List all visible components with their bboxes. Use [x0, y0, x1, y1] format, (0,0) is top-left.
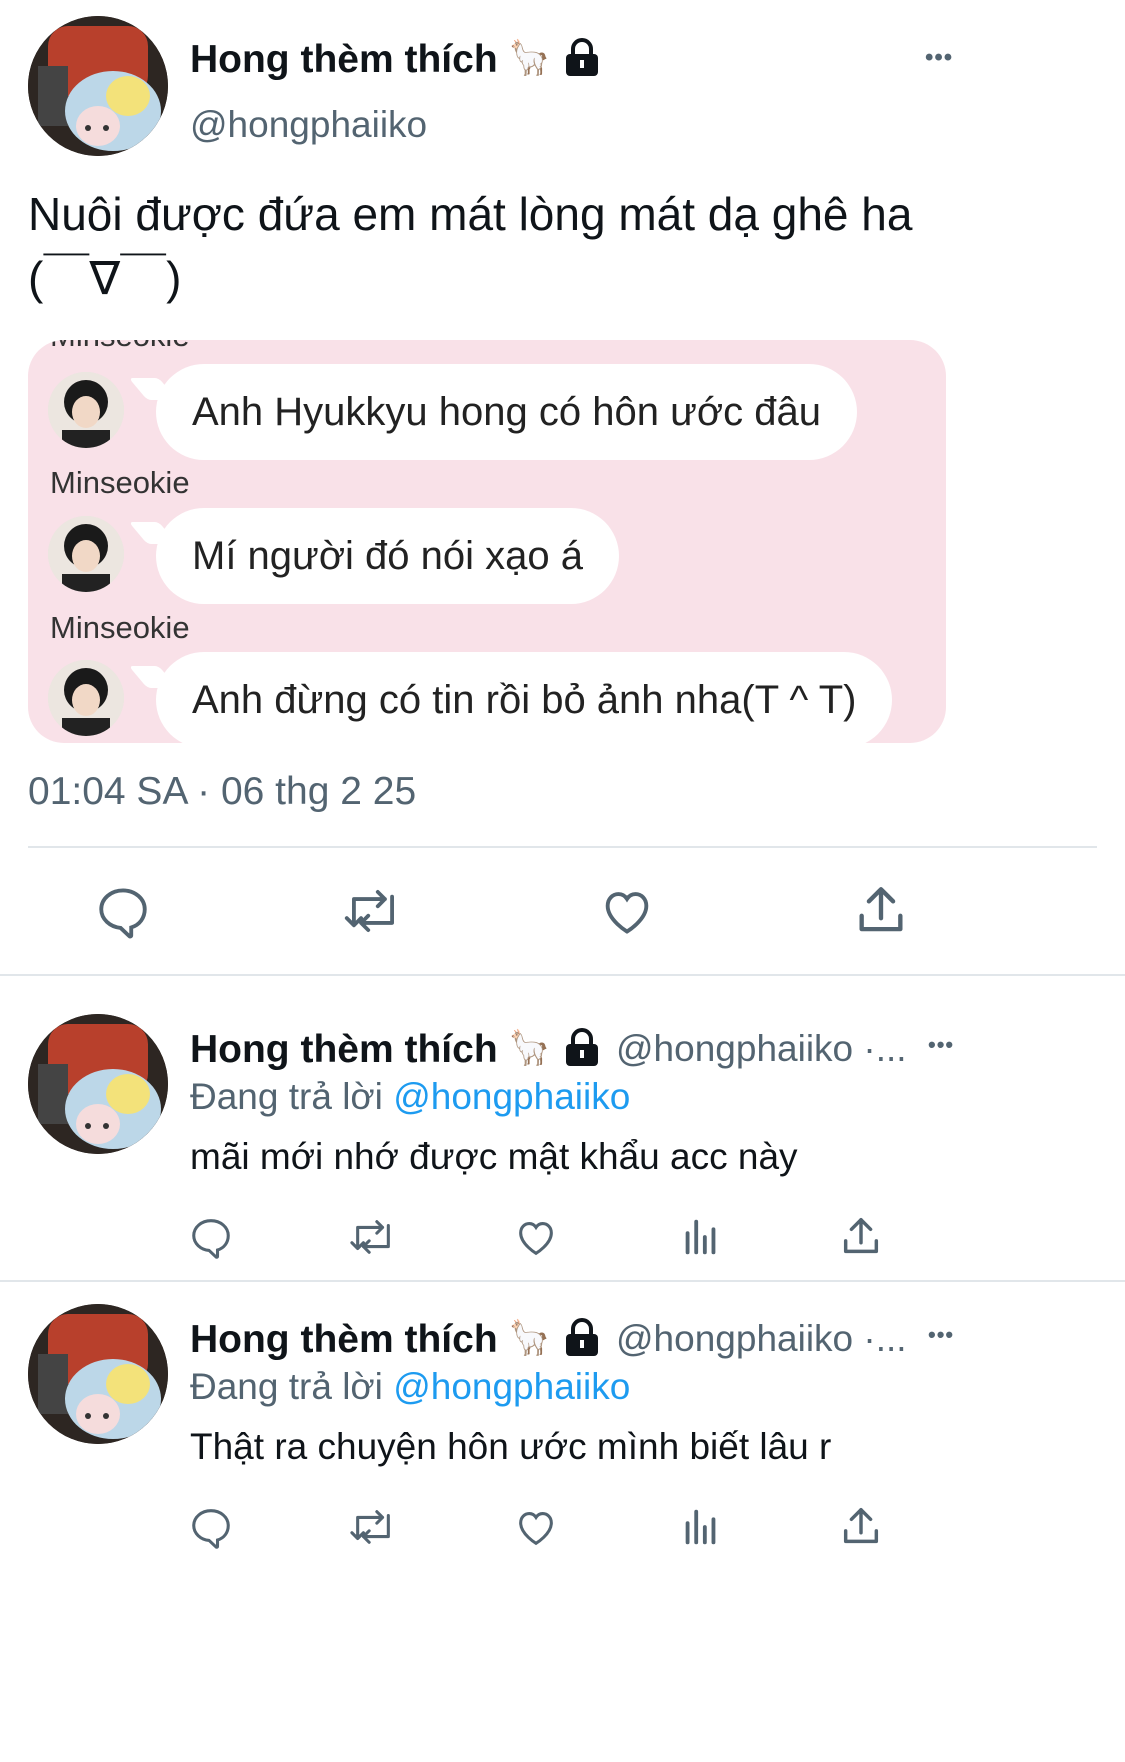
chat-sender-cut: Minseokie	[50, 340, 190, 354]
tweet-text-line1: Nuôi được đứa em mát lòng mát dạ ghê ha	[28, 188, 913, 240]
divider	[0, 974, 1125, 976]
llama-emoji: 🦙	[508, 1029, 551, 1067]
reply-icon[interactable]	[188, 1504, 234, 1550]
display-name[interactable]: Hong thèm thích	[190, 1028, 498, 1072]
retweet-icon[interactable]	[348, 1214, 398, 1260]
like-icon[interactable]	[513, 1214, 559, 1260]
handle[interactable]: @hongphaiiko ·...	[616, 1318, 907, 1360]
timestamp[interactable]: 01:04 SA · 06 thg 2 25	[28, 770, 416, 814]
reply-icon[interactable]	[94, 882, 152, 940]
replying-prefix: Đang trả lời	[190, 1366, 383, 1407]
lock-icon	[563, 1028, 601, 1068]
more-icon[interactable]: •••	[928, 1322, 954, 1348]
tweet-text-line2: (￣∇￣)	[28, 252, 182, 304]
retweet-icon[interactable]	[348, 1504, 398, 1550]
replying-to: Đang trả lời @hongphaiiko	[190, 1076, 630, 1118]
llama-emoji: 🦙	[508, 39, 551, 77]
views-icon[interactable]	[678, 1214, 724, 1260]
more-icon[interactable]: •••	[925, 44, 953, 72]
reply-text: mãi mới nhớ được mật khẩu acc này	[190, 1136, 798, 1177]
avatar[interactable]	[28, 16, 168, 156]
lock-icon	[563, 38, 601, 78]
share-icon[interactable]	[838, 1504, 884, 1550]
handle[interactable]: @hongphaiiko ·...	[616, 1028, 907, 1070]
chat-avatar	[48, 516, 124, 592]
divider	[0, 1280, 1125, 1282]
avatar[interactable]	[28, 1014, 168, 1154]
more-icon[interactable]: •••	[928, 1032, 954, 1058]
replying-to: Đang trả lời @hongphaiiko	[190, 1366, 630, 1408]
reply-icon[interactable]	[188, 1214, 234, 1260]
replying-handle[interactable]: @hongphaiiko	[393, 1076, 630, 1117]
chat-sender: Minseokie	[50, 465, 190, 500]
share-icon[interactable]	[852, 882, 910, 940]
chat-sender: Minseokie	[50, 610, 190, 645]
replying-prefix: Đang trả lời	[190, 1076, 383, 1117]
like-icon[interactable]	[513, 1504, 559, 1550]
avatar[interactable]	[28, 1304, 168, 1444]
divider	[28, 846, 1097, 848]
lock-icon	[563, 1318, 601, 1358]
display-name[interactable]: Hong thèm thích	[190, 1318, 498, 1362]
chat-avatar	[48, 660, 124, 736]
chat-bubble: Mí người đó nói xạo á	[156, 508, 619, 604]
share-icon[interactable]	[838, 1214, 884, 1260]
chat-bubble: Anh Hyukkyu hong có hôn ước đâu	[156, 364, 857, 460]
display-name[interactable]: Hong thèm thích	[190, 38, 498, 82]
tweet-text: Nuôi được đứa em mát lòng mát dạ ghê ha …	[28, 182, 912, 310]
views-icon[interactable]	[678, 1504, 724, 1550]
replying-handle[interactable]: @hongphaiiko	[393, 1366, 630, 1407]
like-icon[interactable]	[598, 882, 656, 940]
llama-emoji: 🦙	[508, 1319, 551, 1357]
chat-avatar	[48, 372, 124, 448]
chat-bubble: Anh đừng có tin rồi bỏ ảnh nha(T ^ T)	[156, 652, 893, 743]
reply-text: Thật ra chuyện hôn ước mình biết lâu r	[190, 1426, 832, 1467]
retweet-icon[interactable]	[342, 882, 404, 940]
attached-image[interactable]: Minseokie Anh Hyukkyu hong có hôn ước đâ…	[28, 340, 946, 743]
handle[interactable]: @hongphaiiko	[190, 104, 427, 146]
